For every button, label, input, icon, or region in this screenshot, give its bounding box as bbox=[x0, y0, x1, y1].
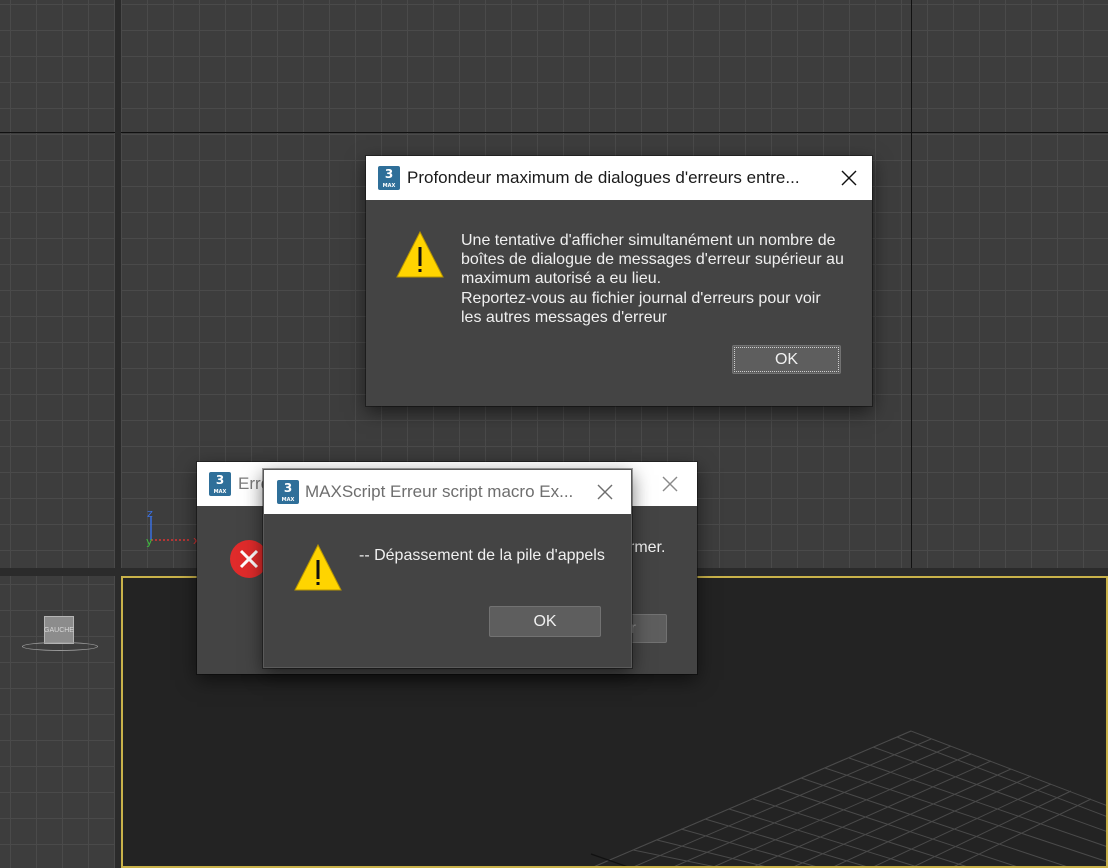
axis-tripod-icon: z y x bbox=[146, 507, 200, 548]
viewcube-label: GAUCHE bbox=[44, 626, 74, 634]
close-icon bbox=[662, 476, 678, 492]
svg-text:y: y bbox=[146, 535, 153, 548]
3dsmax-app-icon: 3 MAX bbox=[378, 166, 400, 190]
close-button[interactable] bbox=[826, 156, 872, 200]
close-icon bbox=[841, 170, 857, 186]
world-axis-x bbox=[121, 132, 1108, 133]
dialog-titlebar[interactable]: 3 MAX MAXScript Erreur script macro Ex... bbox=[264, 470, 631, 514]
message-line: Reportez-vous au fichier journal d'erreu… bbox=[461, 289, 821, 307]
max-error-depth-dialog: 3 MAX Profondeur maximum de dialogues d'e… bbox=[366, 156, 872, 406]
warning-icon bbox=[294, 543, 342, 591]
dialog-title: MAXScript Erreur script macro Ex... bbox=[305, 482, 574, 501]
close-button[interactable] bbox=[647, 462, 693, 506]
3dsmax-app-icon: 3 MAX bbox=[209, 472, 231, 496]
world-axis-y bbox=[911, 0, 912, 568]
message-line: Une tentative d'afficher simultanément u… bbox=[461, 232, 836, 249]
ok-button[interactable]: OK bbox=[732, 345, 841, 374]
maxscript-error-dialog: 3 MAX MAXScript Erreur script macro Ex...… bbox=[263, 469, 632, 668]
viewport-left[interactable]: GAUCHE bbox=[0, 576, 115, 868]
warning-icon bbox=[396, 230, 444, 278]
3dsmax-app-icon: 3 MAX bbox=[277, 480, 299, 504]
viewport-left-upper[interactable] bbox=[0, 0, 115, 568]
close-button[interactable] bbox=[579, 470, 631, 514]
viewcube-ring bbox=[22, 642, 98, 651]
message-line: boîtes de dialogue de messages d'erreur … bbox=[461, 251, 844, 269]
ok-button[interactable]: OK bbox=[489, 606, 601, 637]
svg-text:z: z bbox=[147, 507, 153, 520]
message-line: maximum autorisé a eu lieu. bbox=[461, 270, 662, 288]
message-line: les autres messages d'erreur bbox=[461, 308, 667, 326]
dialog-title: Profondeur maximum de dialogues d'erreur… bbox=[407, 168, 800, 187]
dialog-message: -- Dépassement de la pile d'appels bbox=[359, 547, 605, 564]
dialog-message-fragment: rmer. bbox=[629, 539, 666, 556]
viewcube[interactable]: GAUCHE bbox=[44, 616, 74, 644]
dialog-message: Une tentative d'afficher simultanément u… bbox=[461, 231, 861, 327]
world-axis-x-left bbox=[0, 132, 115, 133]
dialog-titlebar[interactable]: 3 MAX Profondeur maximum de dialogues d'e… bbox=[366, 156, 872, 200]
close-icon bbox=[597, 484, 613, 500]
